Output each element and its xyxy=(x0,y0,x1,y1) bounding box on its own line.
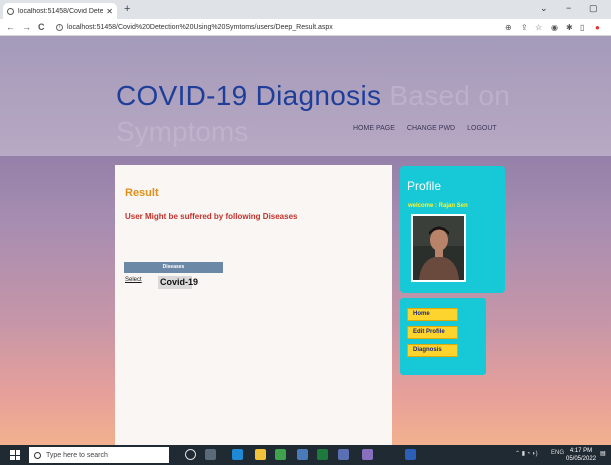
file-explorer-icon[interactable] xyxy=(255,449,266,460)
address-bar: ← → C i localhost:51458/Covid%20Detectio… xyxy=(0,19,611,36)
search-placeholder: Type here to search xyxy=(46,451,108,459)
new-tab-button[interactable]: + xyxy=(124,3,130,16)
reload-button[interactable]: C xyxy=(38,21,45,33)
maximize-button[interactable]: ▢ xyxy=(589,3,598,14)
tab-search-icon[interactable]: ⌄ xyxy=(540,3,548,14)
result-heading: Result xyxy=(125,187,159,199)
menu-home-button[interactable]: Home xyxy=(407,308,458,321)
edge-icon[interactable] xyxy=(232,449,243,460)
bookmark-star-icon[interactable]: ☆ xyxy=(535,22,542,33)
top-nav: HOME PAGE CHANGE PWD LOGOUT xyxy=(353,125,497,132)
chrome-icon[interactable] xyxy=(275,449,286,460)
windows-start-icon[interactable] xyxy=(10,450,20,460)
taskbar-clock[interactable]: 4:17 PM 05/05/2022 xyxy=(566,447,596,463)
sidebar-icon[interactable]: ▯ xyxy=(580,22,584,33)
browser-tab-bar: localhost:51458/Covid Detection ✕ + ⌄ − … xyxy=(0,0,611,19)
nav-home-page[interactable]: HOME PAGE xyxy=(353,125,395,132)
profile-panel: Profile welcome : Rajan Sen xyxy=(400,166,505,293)
notification-icon[interactable]: ▤ xyxy=(600,450,606,457)
globe-icon xyxy=(7,7,14,15)
grid-header: Diseases xyxy=(124,262,223,273)
word-icon[interactable] xyxy=(405,449,416,460)
app-icon[interactable] xyxy=(297,449,308,460)
site-title-line2: Symptoms xyxy=(116,116,249,147)
tab-close-icon[interactable]: ✕ xyxy=(106,7,113,16)
taskbar-search-box[interactable]: Type here to search xyxy=(29,447,169,463)
share-icon[interactable]: ⇪ xyxy=(521,22,528,33)
forward-button[interactable]: → xyxy=(22,21,31,33)
back-button[interactable]: ← xyxy=(6,21,15,33)
menu-diagnosis-button[interactable]: Diagnosis xyxy=(407,344,458,357)
url-text: localhost:51458/Covid%20Detection%20Usin… xyxy=(67,24,333,31)
clock-date: 05/05/2022 xyxy=(566,456,597,462)
user-menu-panel: Home Edit Profile Diagnosis xyxy=(400,298,486,375)
menu-edit-profile-button[interactable]: Edit Profile xyxy=(407,326,458,339)
minimize-button[interactable]: − xyxy=(566,3,571,13)
site-info-icon[interactable]: i xyxy=(56,24,63,31)
nav-logout[interactable]: LOGOUT xyxy=(467,125,497,132)
tab-title: localhost:51458/Covid Detection xyxy=(18,7,104,15)
taskbar: Type here to search ⌃ ▮ ◔ ◗) ENG 4:17 PM… xyxy=(0,445,611,465)
profile-heading: Profile xyxy=(407,179,442,193)
site-title: COVID-19 Diagnosis Based on xyxy=(116,80,510,112)
clock-time: 4:17 PM xyxy=(569,448,593,454)
task-view-icon[interactable] xyxy=(205,449,216,460)
vs-icon[interactable] xyxy=(338,449,349,460)
extensions-icon[interactable]: ✱ xyxy=(566,22,573,33)
welcome-text: welcome : Rajan Sen xyxy=(408,203,468,209)
tool-icon[interactable] xyxy=(362,449,373,460)
site-title-faded: Based on xyxy=(389,80,511,111)
disease-cell: Covid-19 xyxy=(158,276,199,289)
camera-icon[interactable]: ◉ xyxy=(551,22,558,33)
language-indicator[interactable]: ENG xyxy=(551,450,564,456)
search-icon xyxy=(34,451,41,459)
site-title-main: COVID-19 Diagnosis xyxy=(116,80,382,111)
browser-tab[interactable]: localhost:51458/Covid Detection ✕ xyxy=(3,3,117,19)
cortana-icon[interactable] xyxy=(185,449,196,460)
result-message: User Might be suffered by following Dise… xyxy=(125,212,298,221)
result-panel: Result User Might be suffered by followi… xyxy=(115,165,392,445)
user-portrait-image xyxy=(413,216,464,280)
profile-avatar-icon[interactable]: ● xyxy=(595,22,600,33)
web-page: COVID-19 Diagnosis Based on Symptoms HOM… xyxy=(0,36,611,445)
system-tray-icons[interactable]: ⌃ ▮ ◔ ◗) xyxy=(515,450,538,457)
nav-change-pwd[interactable]: CHANGE PWD xyxy=(407,125,455,132)
diseases-grid: Diseases Select Covid-19 xyxy=(124,262,223,290)
excel-icon[interactable] xyxy=(317,449,328,460)
profile-photo xyxy=(411,214,466,282)
zoom-icon[interactable]: ⊕ xyxy=(505,22,512,33)
url-field[interactable]: i localhost:51458/Covid%20Detection%20Us… xyxy=(56,21,596,34)
select-link[interactable]: Select xyxy=(125,277,142,283)
table-row: Select Covid-19 xyxy=(124,276,223,290)
